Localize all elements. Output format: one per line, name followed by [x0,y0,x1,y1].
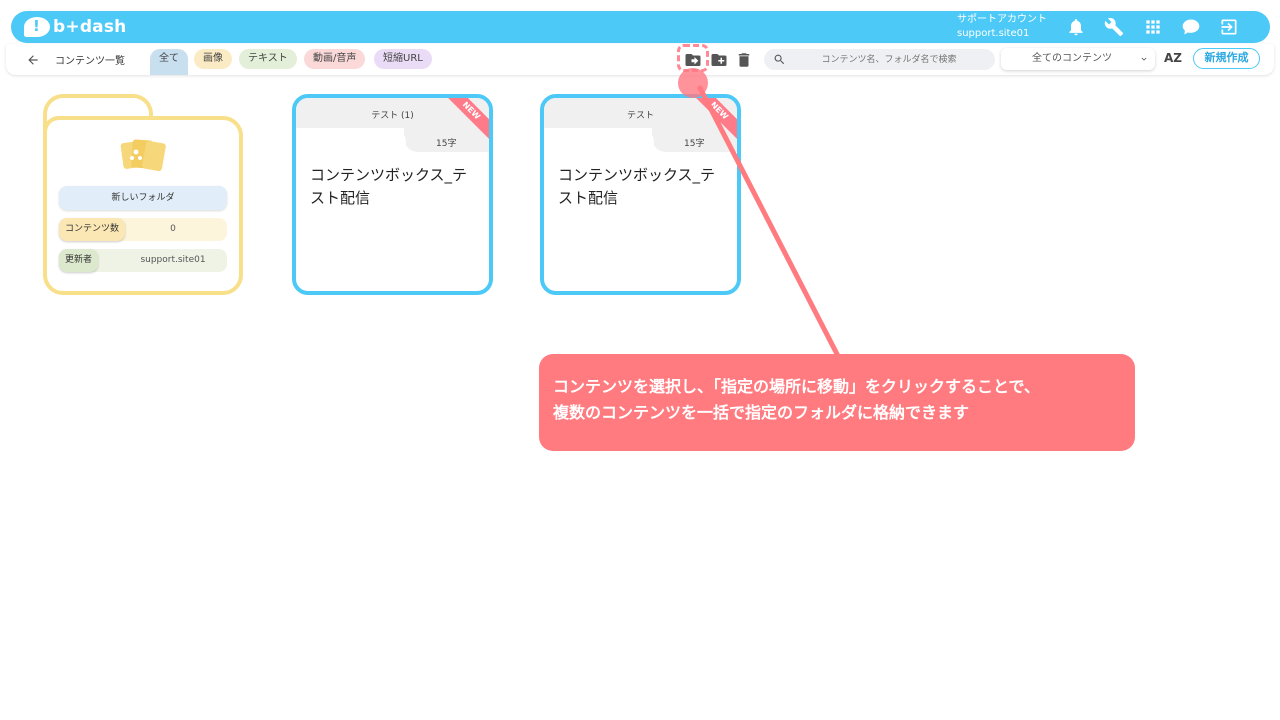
trash-icon[interactable] [735,51,753,69]
logo-text: b+dash [53,17,127,37]
search-input[interactable] [794,51,984,68]
folder-updater-row: 更新者 support.site01 [59,249,227,272]
folder-updater-label: 更新者 [59,249,99,272]
filter-tab-image[interactable]: 画像 [194,49,232,69]
logout-icon[interactable] [1218,16,1240,38]
app-root: b+dash サポートアカウント support.site01 コンテンツ一覧 … [0,0,1280,720]
annotation-line-2: 複数のコンテンツを一括で指定のフォルダに格納できます [553,403,970,422]
folder-updater-value: support.site01 [140,255,206,265]
folder-count-label: コンテンツ数 [59,218,126,241]
annotation-line-1: コンテンツを選択し、「指定の場所に移動」をクリックすることで、 [553,377,1040,396]
top-header-bar: b+dash サポートアカウント support.site01 [11,11,1270,43]
content-type-select[interactable]: 全てのコンテンツ [1001,48,1155,70]
chevron-down-icon [1141,57,1147,61]
support-chat-icon[interactable] [1180,16,1202,38]
annotation-click-marker [678,68,708,98]
folder-count-row: コンテンツ数 0 [59,218,227,241]
card-body-text: コンテンツボックス_テスト配信 [558,166,716,207]
back-arrow-icon[interactable] [26,52,40,66]
bell-icon[interactable] [1065,16,1087,38]
sort-az-button[interactable]: AZ [1164,51,1182,65]
apps-grid-icon[interactable] [1142,16,1164,38]
folder-name: 新しいフォルダ [59,186,227,210]
account-id: support.site01 [957,28,1030,39]
card-body-text: コンテンツボックス_テスト配信 [310,166,468,207]
folder-count-value: 0 [170,224,176,234]
content-type-select-value: 全てのコンテンツ [1032,53,1112,64]
search-box [764,49,995,70]
new-folder-icon[interactable] [710,51,728,69]
page-title: コンテンツ一覧 [55,56,125,67]
filter-tab-text[interactable]: テキスト [239,49,297,69]
account-name: サポートアカウント [957,14,1047,25]
filter-tab-short-url[interactable]: 短縮URL [374,49,432,69]
logo-icon [24,17,50,37]
content-stack-icon [120,139,166,172]
content-toolbar: コンテンツ一覧 全て 画像 テキスト 動画/音声 短縮URL 全てのコンテンツ … [6,44,1274,75]
annotation-callout: コンテンツを選択し、「指定の場所に移動」をクリックすることで、 複数のコンテンツ… [539,354,1135,451]
create-new-button[interactable]: 新規作成 [1193,48,1260,69]
card-char-count: 15字 [436,139,457,149]
filter-tab-video-audio[interactable]: 動画/音声 [304,49,366,69]
logo[interactable]: b+dash [24,15,126,39]
folder-card[interactable]: 新しいフォルダ コンテンツ数 0 更新者 support.site01 [43,94,243,295]
card-count-spacer [296,128,406,152]
wrench-icon[interactable] [1103,16,1125,38]
card-char-count: 15字 [684,139,705,149]
content-card[interactable]: テスト (1) 15字 コンテンツボックス_テスト配信 NEW [292,94,493,295]
card-count-spacer [544,128,654,152]
filter-tab-all[interactable]: 全て [150,49,188,75]
content-card[interactable]: テスト 15字 コンテンツボックス_テスト配信 NEW [540,94,741,295]
search-icon [774,54,785,65]
account-info[interactable]: サポートアカウント support.site01 [957,13,1047,41]
